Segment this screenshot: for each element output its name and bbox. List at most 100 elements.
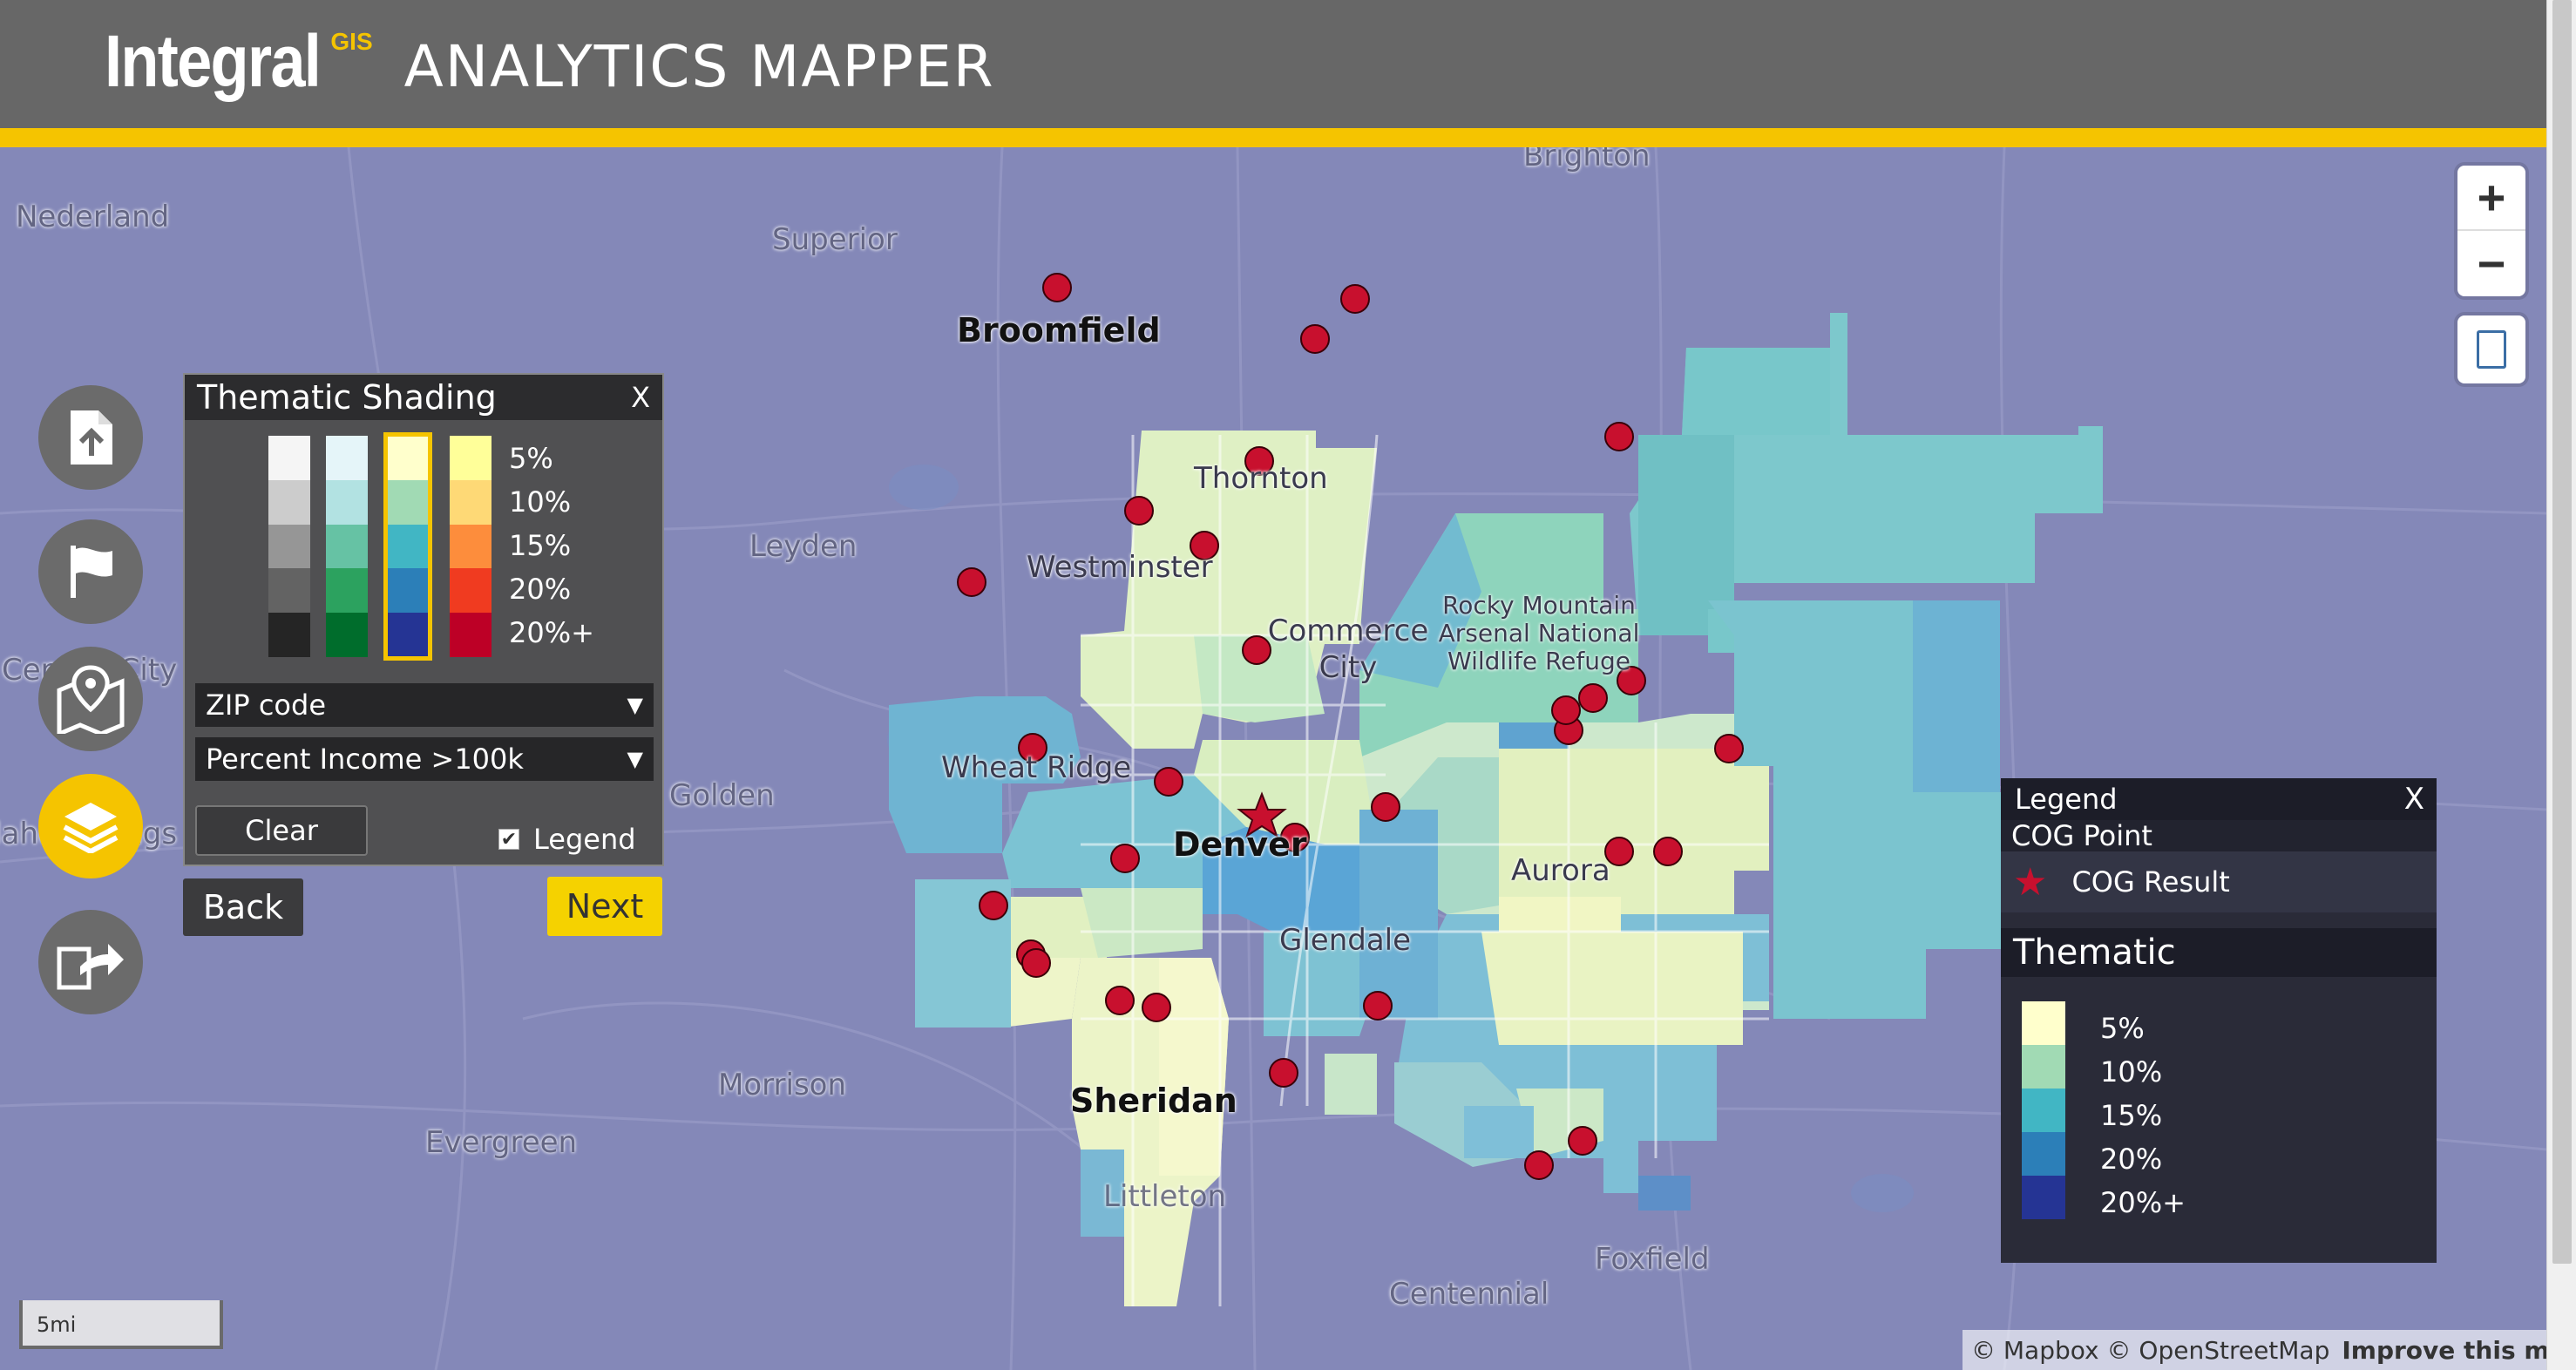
- legend-section-title: COG Point: [2001, 819, 2437, 852]
- ramp-swatch: [387, 524, 429, 569]
- color-ramp-option[interactable]: [450, 436, 491, 657]
- checkbox-icon[interactable]: ✔: [498, 829, 519, 851]
- geography-select[interactable]: ZIP code ▼: [195, 683, 654, 727]
- map-pin-button[interactable]: [38, 647, 143, 751]
- cog-point-marker[interactable]: [1371, 792, 1400, 822]
- ramp-label: 20%+: [509, 616, 594, 649]
- place-label: Thornton: [1194, 461, 1328, 496]
- export-button[interactable]: [38, 910, 143, 1014]
- cog-point-marker[interactable]: [1142, 993, 1171, 1022]
- cog-point-marker[interactable]: [1653, 837, 1683, 866]
- ramp-swatch: [450, 568, 491, 614]
- legend-class-label: 5%: [2100, 1012, 2145, 1045]
- page-scrollbar[interactable]: [2546, 0, 2576, 1370]
- scrollbar-thumb[interactable]: [2552, 0, 2572, 1264]
- zoom-out-button[interactable]: −: [2457, 231, 2525, 296]
- ramp-swatch: [387, 479, 429, 525]
- brand-logo: Integral GIS ANALYTICS MAPPER: [105, 19, 995, 115]
- legend-close-button[interactable]: X: [2404, 782, 2424, 817]
- flag-button[interactable]: [38, 519, 143, 624]
- legend-class-label: 20%: [2100, 1143, 2163, 1176]
- ramp-swatch: [387, 568, 429, 614]
- ramp-swatch: [450, 613, 491, 657]
- cog-point-marker[interactable]: [1269, 1058, 1298, 1088]
- cog-point-marker[interactable]: [1524, 1150, 1554, 1180]
- draw-rectangle-button[interactable]: [2457, 315, 2525, 383]
- place-label: Foxfield: [1595, 1242, 1710, 1277]
- ramp-swatch: [326, 613, 368, 657]
- place-label: Westminster: [1027, 550, 1213, 585]
- map-legend: Legend X COG Point ★ COG Result Thematic…: [2001, 778, 2437, 1263]
- cog-point-marker[interactable]: [1604, 422, 1634, 451]
- legend-class-label: 15%: [2100, 1099, 2163, 1132]
- cog-point-marker[interactable]: [1568, 1126, 1597, 1156]
- cog-point-marker[interactable]: [1042, 273, 1072, 302]
- ramp-swatch: [387, 436, 429, 480]
- cog-point-marker[interactable]: [957, 567, 986, 597]
- app-header: Integral GIS ANALYTICS MAPPER: [0, 0, 2546, 128]
- cog-point-marker[interactable]: [1154, 767, 1183, 797]
- cog-point-marker[interactable]: [1578, 683, 1608, 713]
- cog-point-marker[interactable]: [1110, 844, 1140, 873]
- legend-item: ★ COG Result: [2001, 851, 2437, 912]
- chevron-down-icon: ▼: [627, 747, 643, 771]
- star-icon: ★: [2013, 859, 2048, 905]
- next-button[interactable]: Next: [547, 877, 662, 936]
- legend-swatch: [2022, 1001, 2065, 1045]
- brand-superscript: GIS: [330, 28, 373, 55]
- legend-class-label: 10%: [2100, 1055, 2163, 1089]
- place-label: Superior: [772, 222, 898, 257]
- legend-swatch: [2022, 1045, 2065, 1089]
- cog-point-marker[interactable]: [1300, 324, 1330, 354]
- panel-close-button[interactable]: X: [631, 381, 650, 414]
- cog-point-marker[interactable]: [1021, 948, 1051, 978]
- cog-point-marker[interactable]: [1714, 734, 1744, 763]
- back-button[interactable]: Back: [183, 878, 303, 936]
- legend-title: Legend: [2015, 783, 2118, 816]
- cog-point-marker[interactable]: [1124, 496, 1154, 526]
- zoom-in-button[interactable]: +: [2457, 166, 2525, 231]
- variable-select[interactable]: Percent Income >100k ▼: [195, 737, 654, 781]
- ramp-swatch: [326, 524, 368, 569]
- scale-bar: 5mi: [19, 1300, 223, 1349]
- variable-select-value: Percent Income >100k: [206, 743, 524, 776]
- ramp-swatch: [326, 436, 368, 480]
- improve-map-link[interactable]: Improve this map: [2342, 1336, 2546, 1365]
- upload-icon: [71, 410, 112, 465]
- place-label: Aurora: [1511, 853, 1610, 888]
- legend-swatch: [2022, 1132, 2065, 1176]
- ramp-swatch: [450, 436, 491, 480]
- legend-swatch: [2022, 1089, 2065, 1132]
- legend-swatch: [2022, 1176, 2065, 1219]
- upload-button[interactable]: [38, 385, 143, 490]
- cog-point-marker[interactable]: [979, 891, 1008, 920]
- zoom-control: + −: [2457, 166, 2525, 296]
- ramp-swatch: [268, 479, 310, 525]
- place-label: Brighton: [1523, 147, 1651, 173]
- clear-button[interactable]: Clear: [195, 805, 368, 856]
- ramp-label: 20%: [509, 573, 572, 606]
- ramp-swatch: [326, 568, 368, 614]
- color-ramp-option[interactable]: [383, 432, 432, 661]
- ramp-swatch: [450, 524, 491, 569]
- place-label: Littleton: [1103, 1179, 1227, 1214]
- layers-button[interactable]: [38, 774, 143, 878]
- legend-checkbox[interactable]: ✔ Legend: [498, 823, 636, 856]
- legend-checkbox-label: Legend: [533, 823, 636, 856]
- place-label: Broomfield: [957, 311, 1161, 349]
- color-ramp-option[interactable]: [326, 436, 368, 657]
- place-label: Glendale: [1279, 923, 1412, 958]
- thematic-shading-panel: Thematic Shading X 5% 10% 15% 20% 20%+ Z…: [183, 373, 664, 866]
- cog-point-marker[interactable]: [1340, 284, 1370, 314]
- place-label: Evergreen: [425, 1125, 578, 1160]
- place-label: Sheridan: [1070, 1082, 1237, 1120]
- color-ramp-option[interactable]: [268, 436, 310, 657]
- cog-point-marker[interactable]: [1105, 986, 1135, 1015]
- ramp-swatch: [268, 524, 310, 569]
- legend-header: Legend X: [2001, 778, 2437, 820]
- chevron-down-icon: ▼: [627, 693, 643, 717]
- flag-icon: [71, 546, 112, 598]
- cog-point-marker[interactable]: [1363, 991, 1393, 1021]
- ramp-swatch: [326, 479, 368, 525]
- cog-point-marker[interactable]: [1551, 695, 1581, 725]
